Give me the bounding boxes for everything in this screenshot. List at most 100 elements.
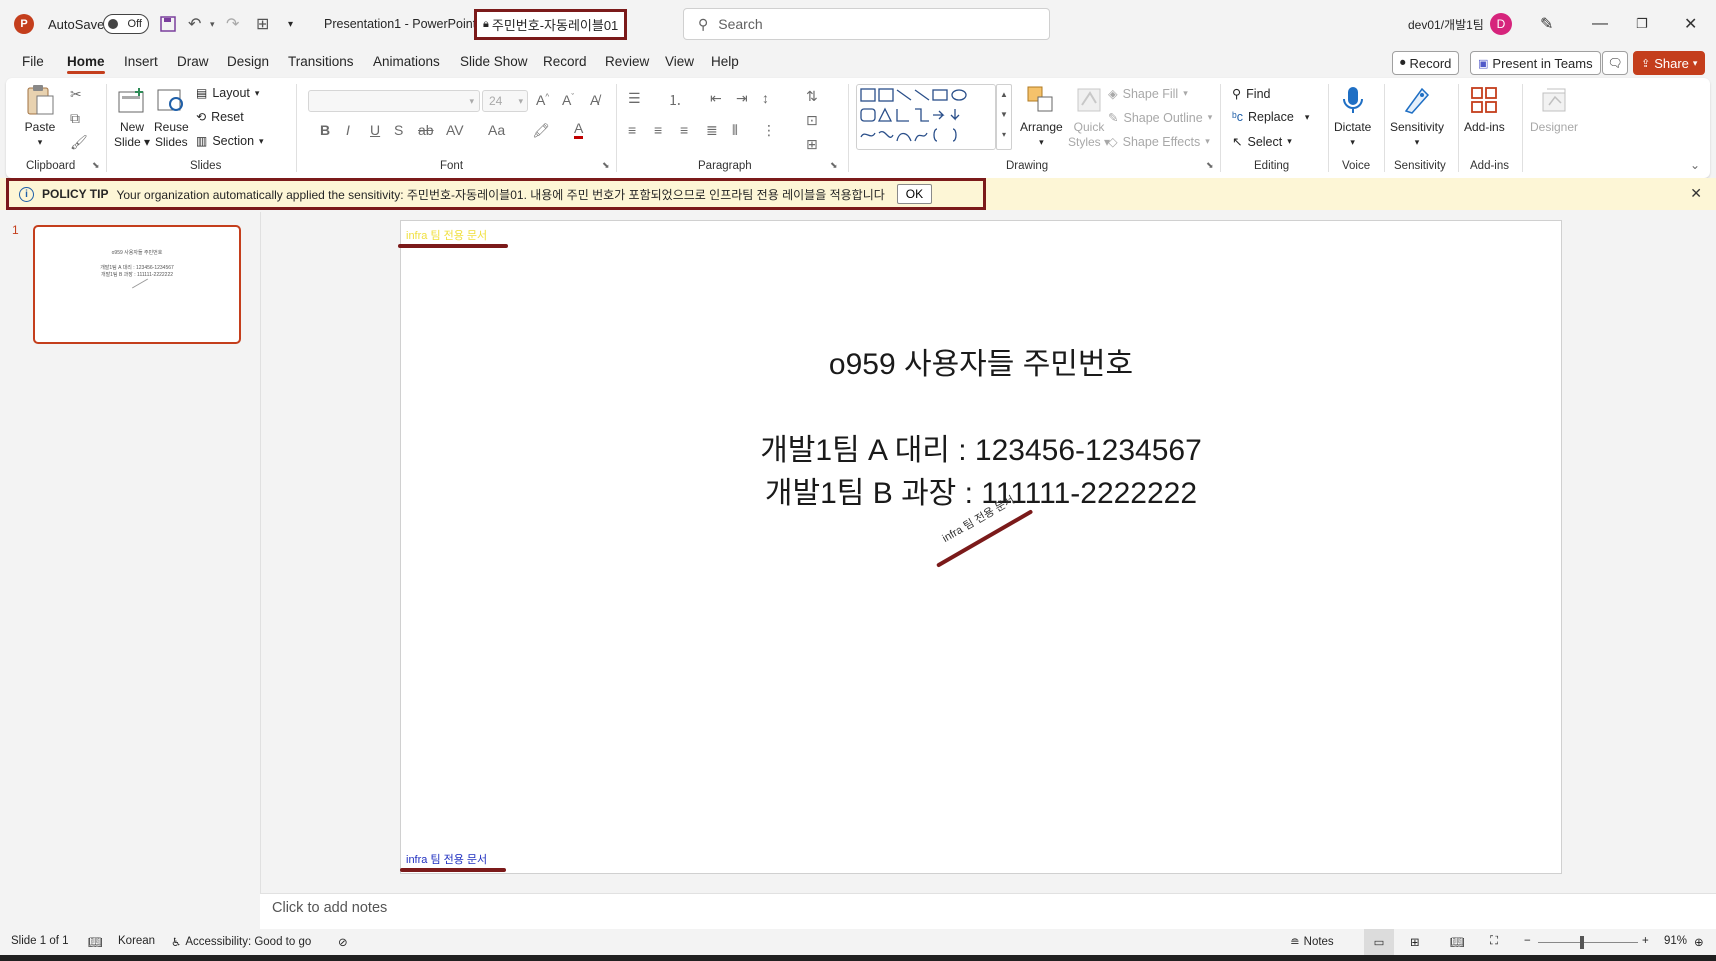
increase-font-icon[interactable]: A^ bbox=[536, 92, 549, 108]
spelling-icon[interactable]: 📖︎ bbox=[88, 935, 103, 949]
font-color-icon[interactable]: A bbox=[574, 120, 584, 139]
slide-title[interactable]: o959 사용자들 주민번호 bbox=[401, 339, 1561, 383]
avatar[interactable]: D bbox=[1490, 0, 1512, 48]
tab-help[interactable]: Help bbox=[711, 54, 739, 69]
shape-fill-button[interactable]: ◈ Shape Fill ▾ bbox=[1108, 86, 1188, 102]
clear-formatting-icon[interactable]: A̸ bbox=[590, 92, 599, 108]
font-size-select[interactable]: 24 ▾ bbox=[482, 90, 528, 112]
decrease-font-icon[interactable]: Aˇ bbox=[562, 92, 574, 108]
sensitivity-button[interactable]: Sensitivity ▾ bbox=[1390, 84, 1444, 150]
underline-icon[interactable]: U bbox=[370, 122, 380, 138]
designer-button[interactable]: Designer bbox=[1530, 84, 1578, 135]
paste-button[interactable]: Paste ▾ bbox=[24, 84, 56, 150]
format-painter-icon[interactable]: 🖌︎ bbox=[70, 134, 88, 151]
normal-view-icon[interactable]: ▭ bbox=[1364, 929, 1394, 955]
tab-review[interactable]: Review bbox=[605, 54, 649, 69]
shape-outline-button[interactable]: ✎ Shape Outline ▾ bbox=[1108, 110, 1212, 126]
smartart-icon[interactable]: ⊞ bbox=[806, 136, 818, 153]
drawing-launcher-icon[interactable]: ⬊ bbox=[1206, 160, 1214, 171]
share-button[interactable]: ⇪ Share ▾ bbox=[1633, 51, 1706, 75]
tab-design[interactable]: Design bbox=[227, 54, 269, 69]
present-from-start-icon[interactable]: ⊞ bbox=[256, 0, 269, 48]
tab-file[interactable]: File bbox=[22, 54, 44, 69]
slideshow-icon[interactable]: ⛶ bbox=[1490, 935, 1498, 948]
account-name[interactable]: dev01/개발1팀 bbox=[1408, 0, 1484, 48]
add-ins-button[interactable]: Add-ins bbox=[1464, 84, 1505, 135]
tab-animations[interactable]: Animations bbox=[373, 54, 440, 69]
section-button[interactable]: ▥ Section ▾ bbox=[196, 134, 264, 148]
slide-sorter-icon[interactable]: ⊞ bbox=[1410, 935, 1420, 949]
layout-button[interactable]: ▤ Layout ▾ bbox=[196, 86, 259, 100]
shapes-scroll[interactable]: ▲ ▼ ▾ bbox=[996, 84, 1012, 150]
record-button[interactable]: ⏺ Record bbox=[1392, 51, 1460, 75]
zoom-slider-thumb[interactable] bbox=[1580, 936, 1584, 949]
shapes-gallery[interactable] bbox=[856, 84, 996, 150]
customize-qat-icon[interactable]: ▾ bbox=[288, 0, 293, 48]
tab-home[interactable]: Home bbox=[67, 54, 105, 74]
slide-thumbnail[interactable]: o959 사용자들 주민번호 개발1팀 A 대리 : 123456-123456… bbox=[33, 225, 241, 344]
text-direction-icon[interactable]: ⇅ bbox=[806, 88, 818, 105]
zoom-in-icon[interactable]: + bbox=[1642, 935, 1649, 947]
tab-view[interactable]: View bbox=[665, 54, 694, 69]
restore-icon[interactable]: ❐ bbox=[1636, 0, 1648, 48]
zoom-slider[interactable] bbox=[1538, 942, 1638, 943]
italic-icon[interactable]: I bbox=[346, 122, 350, 138]
align-left-icon[interactable]: ≡ bbox=[628, 122, 636, 138]
minimize-icon[interactable]: — bbox=[1592, 0, 1608, 48]
search-input[interactable]: ⚲ Search bbox=[683, 8, 1050, 40]
shape-effects-button[interactable]: ◇ Shape Effects ▾ bbox=[1108, 134, 1210, 150]
slide-header-label[interactable]: infra 팀 전용 문서 bbox=[406, 227, 487, 243]
copy-icon[interactable]: ⧉ bbox=[70, 110, 80, 127]
highlight-color-icon[interactable]: 🖍︎ bbox=[532, 122, 550, 139]
accessibility-status[interactable]: ♿︎ Accessibility: Good to go bbox=[171, 935, 311, 949]
line-spacing-icon[interactable]: ↕ bbox=[762, 90, 769, 106]
bullets-icon[interactable]: ☰ bbox=[628, 90, 641, 107]
increase-indent-icon[interactable]: ⇥ bbox=[736, 90, 748, 107]
autosave-toggle[interactable]: Off bbox=[103, 0, 149, 48]
zoom-level[interactable]: 91% bbox=[1664, 935, 1687, 947]
save-icon[interactable] bbox=[160, 0, 176, 48]
arrange-button[interactable]: Arrange ▾ bbox=[1020, 84, 1063, 150]
tab-draw[interactable]: Draw bbox=[177, 54, 209, 69]
bold-icon[interactable]: B bbox=[320, 122, 330, 138]
strikethrough-icon[interactable]: ab bbox=[418, 122, 434, 138]
present-in-teams-button[interactable]: ▣ Present in Teams bbox=[1470, 51, 1601, 75]
undo-icon[interactable]: ↶ bbox=[188, 0, 201, 48]
sensitivity-label-indicator[interactable]: 🔒︎ 주민번호-자동레이블01 bbox=[474, 0, 628, 48]
new-slide-button[interactable]: New Slide ▾ bbox=[114, 84, 150, 150]
font-family-select[interactable]: ▾ bbox=[308, 90, 480, 112]
font-launcher-icon[interactable]: ⬊ bbox=[602, 160, 610, 171]
undo-dropdown-icon[interactable]: ▾ bbox=[210, 0, 215, 48]
justify-icon[interactable]: ≣ bbox=[706, 122, 718, 139]
align-text-vertical-icon[interactable]: ⊡ bbox=[806, 112, 818, 129]
align-right-icon[interactable]: ≡ bbox=[680, 122, 688, 138]
tab-slide-show[interactable]: Slide Show bbox=[460, 54, 528, 69]
slide-footer-label[interactable]: infra 팀 전용 문서 bbox=[406, 851, 487, 867]
redo-icon[interactable]: ↷ bbox=[226, 0, 239, 48]
notes-pane[interactable]: Click to add notes bbox=[260, 893, 1716, 929]
tab-transitions[interactable]: Transitions bbox=[288, 54, 354, 69]
select-button[interactable]: ↖ Select ▾ bbox=[1232, 134, 1292, 150]
slide-body-line-2[interactable]: 개발1팀 B 과장 : 111111-2222222 bbox=[401, 468, 1561, 512]
align-text-icon[interactable]: ⋮ bbox=[762, 122, 776, 139]
numbering-icon[interactable]: ⒈ bbox=[668, 90, 682, 110]
character-spacing-icon[interactable]: AV bbox=[446, 122, 464, 138]
align-center-icon[interactable]: ≡ bbox=[654, 122, 662, 138]
tab-insert[interactable]: Insert bbox=[124, 54, 158, 69]
reading-view-icon[interactable]: 📖︎ bbox=[1450, 935, 1465, 949]
paragraph-launcher-icon[interactable]: ⬊ bbox=[830, 160, 838, 171]
cut-icon[interactable]: ✂ bbox=[70, 86, 82, 103]
sensitivity-status-icon[interactable]: ⊘ bbox=[338, 935, 348, 949]
zoom-out-icon[interactable]: − bbox=[1524, 935, 1531, 947]
language-indicator[interactable]: Korean bbox=[118, 935, 155, 947]
slide-canvas[interactable]: infra 팀 전용 문서 o959 사용자들 주민번호 개발1팀 A 대리 :… bbox=[398, 220, 1562, 874]
slide-body-line-1[interactable]: 개발1팀 A 대리 : 123456-1234567 bbox=[401, 425, 1561, 469]
reset-button[interactable]: ⟲ Reset bbox=[196, 110, 244, 124]
policy-tip-ok-button[interactable]: OK bbox=[896, 184, 933, 204]
notes-toggle[interactable]: ≘ Notes bbox=[1290, 935, 1334, 949]
pen-icon[interactable]: ✎ bbox=[1540, 0, 1553, 48]
tab-record[interactable]: Record bbox=[543, 54, 587, 69]
replace-button[interactable]: ᵇc Replace ▾ bbox=[1232, 110, 1309, 124]
change-case-icon[interactable]: Aa bbox=[488, 122, 505, 138]
collapse-ribbon-icon[interactable]: ⌄ bbox=[1690, 158, 1700, 172]
